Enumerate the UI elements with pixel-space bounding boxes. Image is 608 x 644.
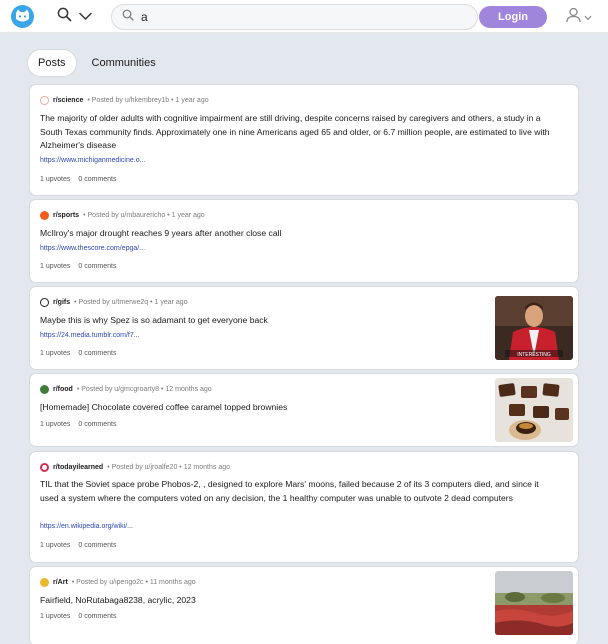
app-logo-icon[interactable] [11, 5, 34, 28]
subreddit-icon [40, 211, 49, 220]
subreddit-icon [40, 385, 49, 394]
post-link[interactable]: https://en.wikipedia.org/wiki/... [40, 523, 133, 530]
post-stats: 1 upvotes 0 comments [40, 613, 116, 620]
thumbnail-caption: INTERESTING [517, 352, 551, 358]
post-title[interactable]: TIL that the Soviet space probe Phobos-2… [40, 478, 550, 505]
comment-count[interactable]: 0 comments [78, 176, 116, 183]
comment-count[interactable]: 0 comments [78, 542, 116, 549]
upvote-count: 1 upvotes [40, 176, 71, 183]
upvote-count: 1 upvotes [40, 263, 71, 270]
subreddit-icon [40, 298, 49, 307]
post-thumbnail[interactable]: INTERESTING [495, 296, 573, 360]
subreddit-link[interactable]: r/sports [53, 212, 79, 219]
chevron-down-icon [584, 8, 592, 26]
post-card[interactable]: r/food • Posted by u/gmcgroarty8 • 12 mo… [29, 373, 579, 447]
login-button[interactable]: Login [479, 6, 547, 28]
comment-count[interactable]: 0 comments [78, 263, 116, 270]
post-stats: 1 upvotes 0 comments [40, 421, 116, 428]
post-byline: • Posted by u/gmcgroarty8 • 12 months ag… [76, 386, 212, 393]
upvote-count: 1 upvotes [40, 350, 71, 357]
comment-count[interactable]: 0 comments [78, 613, 116, 620]
post-title[interactable]: The majority of older adults with cognit… [40, 112, 550, 153]
subreddit-link[interactable]: r/science [53, 97, 83, 104]
post-meta: r/gifs • Posted by u/tmerwe2q • 1 year a… [40, 298, 188, 307]
post-stats: 1 upvotes 0 comments [40, 350, 116, 357]
post-title[interactable]: Fairfield, NoRutabaga8238, acrylic, 2023 [40, 594, 480, 608]
post-title[interactable]: Maybe this is why Spez is so adamant to … [40, 314, 480, 328]
upvote-count: 1 upvotes [40, 542, 71, 549]
tab-communities[interactable]: Communities [82, 50, 166, 76]
post-card[interactable]: r/gifs • Posted by u/tmerwe2q • 1 year a… [29, 286, 579, 370]
search-icon [57, 7, 72, 27]
post-meta: r/todayilearned • Posted by u/jroalfe20 … [40, 463, 230, 472]
subreddit-link[interactable]: r/todayilearned [53, 464, 103, 471]
user-avatar-icon [566, 7, 581, 28]
subreddit-icon [40, 463, 49, 472]
subreddit-icon [40, 96, 49, 105]
subreddit-link[interactable]: r/food [53, 386, 73, 393]
post-byline: • Posted by u/iperigo2c • 11 months ago [71, 579, 196, 586]
post-title[interactable]: [Homemade] Chocolate covered coffee cara… [40, 401, 480, 415]
search-dropdown-toggle[interactable] [57, 7, 99, 27]
post-meta: r/Art • Posted by u/iperigo2c • 11 month… [40, 578, 196, 587]
tab-posts[interactable]: Posts [28, 50, 76, 76]
comment-count[interactable]: 0 comments [78, 421, 116, 428]
post-stats: 1 upvotes 0 comments [40, 263, 116, 270]
post-card[interactable]: r/todayilearned • Posted by u/jroalfe20 … [29, 451, 579, 563]
search-result-tabs: Posts Communities [28, 50, 166, 76]
subreddit-link[interactable]: r/gifs [53, 299, 70, 306]
subreddit-icon [40, 578, 49, 587]
post-link[interactable]: https://www.michiganmedicine.o... [40, 157, 145, 164]
comment-count[interactable]: 0 comments [78, 350, 116, 357]
post-byline: • Posted by u/hkembrey1b • 1 year ago [87, 97, 209, 104]
post-card[interactable]: r/sports • Posted by u/mbaurericho • 1 y… [29, 199, 579, 283]
post-meta: r/science • Posted by u/hkembrey1b • 1 y… [40, 96, 209, 105]
post-thumbnail[interactable] [495, 571, 573, 635]
post-byline: • Posted by u/jroalfe20 • 12 months ago [107, 464, 230, 471]
post-card[interactable]: r/Art • Posted by u/iperigo2c • 11 month… [29, 566, 579, 644]
top-header: Login [0, 0, 608, 33]
post-title[interactable]: McIlroy's major drought reaches 9 years … [40, 227, 550, 241]
search-input[interactable] [141, 10, 461, 24]
subreddit-link[interactable]: r/Art [53, 579, 68, 586]
search-bar[interactable] [111, 4, 478, 30]
search-icon [122, 8, 134, 26]
post-link[interactable]: https://24.media.tumblr.com/f7... [40, 332, 140, 339]
post-meta: r/food • Posted by u/gmcgroarty8 • 12 mo… [40, 385, 212, 394]
post-meta: r/sports • Posted by u/mbaurericho • 1 y… [40, 211, 205, 220]
chevron-down-icon [79, 8, 92, 26]
post-stats: 1 upvotes 0 comments [40, 176, 116, 183]
user-menu[interactable] [566, 7, 596, 28]
post-byline: • Posted by u/tmerwe2q • 1 year ago [74, 299, 188, 306]
upvote-count: 1 upvotes [40, 613, 71, 620]
post-stats: 1 upvotes 0 comments [40, 542, 116, 549]
post-link[interactable]: https://www.thescore.com/epga/... [40, 245, 145, 252]
post-thumbnail[interactable] [495, 378, 573, 442]
post-card[interactable]: r/science • Posted by u/hkembrey1b • 1 y… [29, 84, 579, 196]
post-byline: • Posted by u/mbaurericho • 1 year ago [83, 212, 205, 219]
upvote-count: 1 upvotes [40, 421, 71, 428]
